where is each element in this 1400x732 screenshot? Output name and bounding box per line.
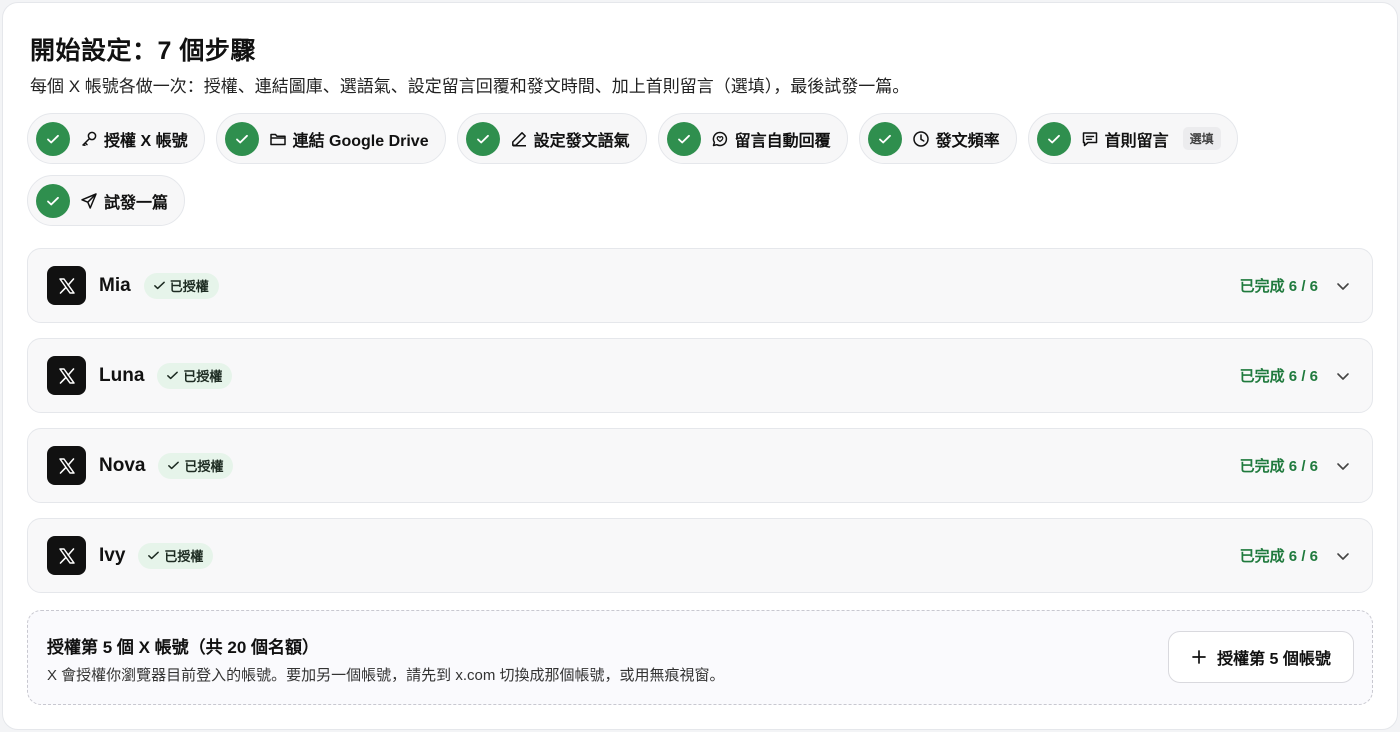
check-icon [153, 281, 165, 290]
check-icon [148, 551, 160, 560]
x-logo-icon [47, 266, 86, 305]
clock-icon [912, 130, 930, 148]
x-logo-icon [47, 446, 86, 485]
check-icon [224, 121, 259, 156]
authorize-account-button[interactable]: 授權第 5 個帳號 [1168, 631, 1354, 683]
account-row-ivy[interactable]: Ivy 已授權 已完成 6 / 6 [27, 518, 1373, 593]
pencil-icon [510, 130, 528, 148]
check-icon [168, 461, 180, 470]
account-name: Ivy [99, 544, 126, 566]
authorized-badge: 已授權 [157, 362, 233, 389]
authorized-badge-label: 已授權 [169, 279, 209, 294]
step-test-post[interactable]: 試發一篇 [27, 175, 186, 226]
authorized-badge: 已授權 [138, 542, 214, 569]
check-icon [465, 121, 500, 156]
check-icon [167, 371, 179, 380]
step-label: 連結 Google Drive [292, 132, 429, 150]
step-label: 授權 X 帳號 [104, 132, 188, 150]
check-icon [36, 121, 70, 156]
step-label: 發文頻率 [935, 132, 1000, 150]
account-name: Mia [99, 274, 131, 296]
key-icon [80, 130, 98, 148]
account-progress: 已完成 6 / 6 [1239, 458, 1318, 475]
account-row-luna[interactable]: Luna 已授權 已完成 6 / 6 [27, 338, 1373, 413]
account-row-nova[interactable]: Nova 已授權 已完成 6 / 6 [27, 428, 1373, 503]
authorized-badge-label: 已授權 [183, 369, 223, 384]
check-icon [1036, 121, 1071, 156]
step-set-tone[interactable]: 設定發文語氣 [456, 113, 647, 164]
add-account-title: 授權第 5 個 X 帳號（共 20 個名額） [47, 638, 320, 657]
message-icon [1081, 130, 1099, 148]
x-logo-icon [47, 536, 86, 575]
step-post-frequency[interactable]: 發文頻率 [858, 113, 1017, 164]
authorized-badge: 已授權 [158, 452, 234, 479]
authorized-badge: 已授權 [143, 272, 219, 299]
send-icon [80, 192, 98, 210]
page-subtitle: 每個 X 帳號各做一次：授權、連結圖庫、選語氣、設定留言回覆和發文時間、加上首則… [30, 77, 910, 96]
optional-badge: 選填 [1182, 127, 1221, 150]
step-first-comment[interactable]: 首則留言 選填 [1027, 113, 1238, 164]
account-row-mia[interactable]: Mia 已授權 已完成 6 / 6 [27, 248, 1373, 323]
step-authorize-x[interactable]: 授權 X 帳號 [27, 113, 205, 164]
authorize-account-button-label: 授權第 5 個帳號 [1217, 651, 1331, 668]
chevron-down-icon[interactable] [1334, 547, 1352, 565]
check-icon [867, 121, 902, 156]
chat-bubble-icon [711, 130, 729, 148]
authorized-badge-label: 已授權 [184, 459, 224, 474]
add-account-description: X 會授權你瀏覽器目前登入的帳號。要加另一個帳號，請先到 x.com 切換成那個… [47, 667, 725, 684]
chevron-down-icon[interactable] [1334, 457, 1352, 475]
steps-list: 授權 X 帳號 連結 Google Drive 設定發文語氣 留言自動回覆 發文… [27, 113, 1287, 226]
chevron-down-icon[interactable] [1334, 367, 1352, 385]
page-title: 開始設定：7 個步驟 [30, 37, 256, 65]
step-label: 試發一篇 [104, 194, 169, 212]
check-icon [666, 121, 701, 156]
x-logo-icon [47, 356, 86, 395]
step-label: 設定發文語氣 [533, 132, 630, 150]
step-auto-reply[interactable]: 留言自動回覆 [657, 113, 848, 164]
step-label: 首則留言 [1104, 132, 1169, 150]
account-name: Nova [99, 454, 146, 476]
chevron-down-icon[interactable] [1334, 277, 1352, 295]
step-connect-drive[interactable]: 連結 Google Drive [215, 113, 446, 164]
account-list: Mia 已授權 已完成 6 / 6 Luna 已授權 已完成 6 / 6 Nov… [27, 248, 1373, 608]
step-label: 留言自動回覆 [734, 132, 831, 150]
authorized-badge-label: 已授權 [164, 549, 204, 564]
account-progress: 已完成 6 / 6 [1239, 278, 1318, 295]
add-account-panel: 授權第 5 個 X 帳號（共 20 個名額） X 會授權你瀏覽器目前登入的帳號。… [27, 610, 1373, 705]
folder-icon [269, 130, 287, 148]
account-progress: 已完成 6 / 6 [1239, 548, 1318, 565]
account-name: Luna [99, 364, 145, 386]
account-progress: 已完成 6 / 6 [1239, 368, 1318, 385]
check-icon [36, 183, 70, 218]
plus-icon [1192, 650, 1206, 664]
